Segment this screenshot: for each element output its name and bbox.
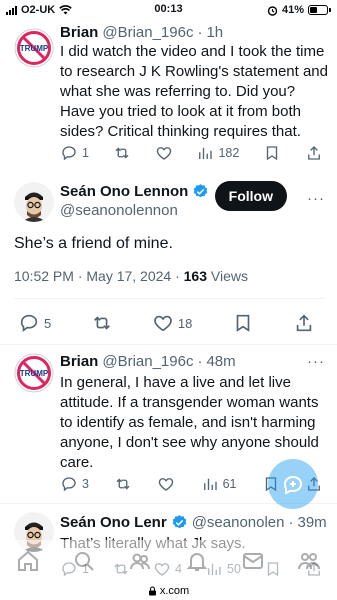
reply-count: 1 — [82, 146, 89, 160]
follow-button[interactable]: Follow — [214, 181, 287, 211]
lock-icon — [148, 586, 156, 596]
wifi-icon — [59, 5, 73, 15]
notifications-icon[interactable] — [185, 549, 209, 573]
views-count: 61 — [222, 477, 237, 491]
separator-dot: · — [197, 353, 203, 370]
svg-text:TRUMP: TRUMP — [20, 44, 49, 53]
author-name[interactable]: Seán Ono Lenr — [60, 514, 167, 531]
status-bar: O2-UK 00:13 41% — [0, 0, 337, 20]
author-name[interactable]: Brian — [60, 24, 98, 41]
home-icon[interactable] — [16, 549, 40, 573]
retweet-button[interactable] — [91, 312, 113, 334]
share-button[interactable] — [305, 144, 323, 162]
heart-icon — [156, 147, 171, 160]
svg-text:TRUMP: TRUMP — [20, 369, 49, 378]
compose-icon — [283, 475, 303, 495]
status-left: O2-UK — [6, 4, 73, 16]
separator-dot: · — [197, 24, 203, 41]
author-handle[interactable]: @Brian_196c — [102, 24, 193, 41]
verified-badge-icon — [172, 515, 186, 529]
like-button[interactable]: 18 — [152, 312, 192, 334]
divider — [14, 298, 323, 299]
status-right: 41% — [267, 4, 331, 16]
bookmark-icon — [236, 314, 249, 332]
like-button[interactable] — [157, 475, 175, 493]
share-icon — [308, 146, 320, 160]
bottom-tab-bar — [0, 540, 337, 582]
timestamp[interactable]: 10:52 PM · May 17, 2024 · — [14, 268, 184, 284]
separator-dot: · — [288, 514, 294, 531]
verified-badge-icon — [194, 184, 208, 198]
people-icon[interactable] — [297, 549, 321, 573]
views-button[interactable]: 61 — [201, 475, 237, 493]
tweet-actions: 5 18 — [18, 312, 315, 334]
tweet-text: I did watch the video and I took the tim… — [60, 43, 328, 140]
tweet-age[interactable]: 48m — [206, 353, 235, 370]
avatar[interactable] — [14, 182, 54, 222]
author-handle[interactable]: @Brian_196c — [102, 353, 193, 370]
bookmark-button[interactable] — [263, 144, 281, 162]
more-options-icon[interactable]: ··· — [307, 353, 325, 370]
bookmark-icon — [266, 146, 278, 161]
browser-url-bar[interactable]: x.com — [0, 582, 337, 600]
views-button[interactable]: 182 — [196, 144, 239, 162]
messages-icon[interactable] — [241, 549, 265, 573]
retweet-icon — [93, 316, 110, 330]
views-icon — [203, 478, 217, 490]
author-handle[interactable]: @seanonolennon — [60, 202, 178, 219]
retweet-icon — [115, 147, 129, 159]
compose-reply-button[interactable] — [268, 459, 318, 509]
retweet-button[interactable] — [113, 144, 131, 162]
like-button[interactable] — [155, 144, 173, 162]
share-icon — [296, 314, 312, 332]
reply-count: 3 — [82, 477, 89, 491]
views-label: Views — [207, 268, 248, 284]
retweet-button[interactable] — [114, 475, 132, 493]
battery-percent: 41% — [281, 4, 304, 16]
tweet-meta: 10:52 PM · May 17, 2024 · 163 Views — [14, 268, 248, 284]
author-handle[interactable]: @seanonolen — [192, 514, 285, 531]
avatar[interactable]: TRUMP — [14, 353, 54, 393]
search-icon[interactable] — [72, 549, 96, 573]
clock: 00:13 — [154, 3, 183, 15]
retweet-icon — [116, 478, 130, 490]
carrier-name: O2-UK — [21, 4, 56, 16]
reply-count: 5 — [44, 315, 52, 331]
bookmark-button[interactable] — [232, 312, 254, 334]
tweet-age[interactable]: 39m — [298, 514, 327, 531]
author-name[interactable]: Brian — [60, 353, 98, 370]
reply-icon — [62, 146, 76, 161]
tweet-age[interactable]: 1h — [206, 24, 223, 41]
reply-icon — [62, 477, 76, 492]
more-options-icon[interactable]: ··· — [307, 190, 325, 207]
reply-button[interactable]: 3 — [60, 475, 89, 493]
signal-icon — [6, 5, 17, 15]
battery-icon — [308, 5, 331, 15]
reply-button[interactable]: 1 — [60, 144, 89, 162]
tweet-text: In general, I have a live and let live a… — [60, 374, 319, 471]
share-button[interactable] — [293, 312, 315, 334]
reply-tweet-brian-1[interactable]: TRUMP Brian @Brian_196c · 1h I did watch… — [0, 20, 337, 174]
views-icon — [199, 147, 213, 159]
reply-button[interactable]: 5 — [18, 312, 51, 334]
tweet-actions: 1 182 — [60, 144, 323, 162]
views-count: 163 — [183, 268, 207, 284]
author-name[interactable]: Seán Ono Lennon — [60, 183, 188, 200]
like-count: 18 — [177, 315, 193, 331]
views-count: 182 — [218, 146, 240, 160]
avatar[interactable]: TRUMP — [14, 28, 54, 68]
heart-icon — [159, 478, 174, 491]
reply-icon — [20, 314, 38, 332]
communities-icon[interactable] — [128, 549, 152, 573]
heart-icon — [154, 315, 172, 332]
url-text[interactable]: x.com — [160, 585, 189, 597]
alarm-icon — [267, 5, 278, 16]
tweet-text: She’s a friend of mine. — [14, 235, 173, 252]
